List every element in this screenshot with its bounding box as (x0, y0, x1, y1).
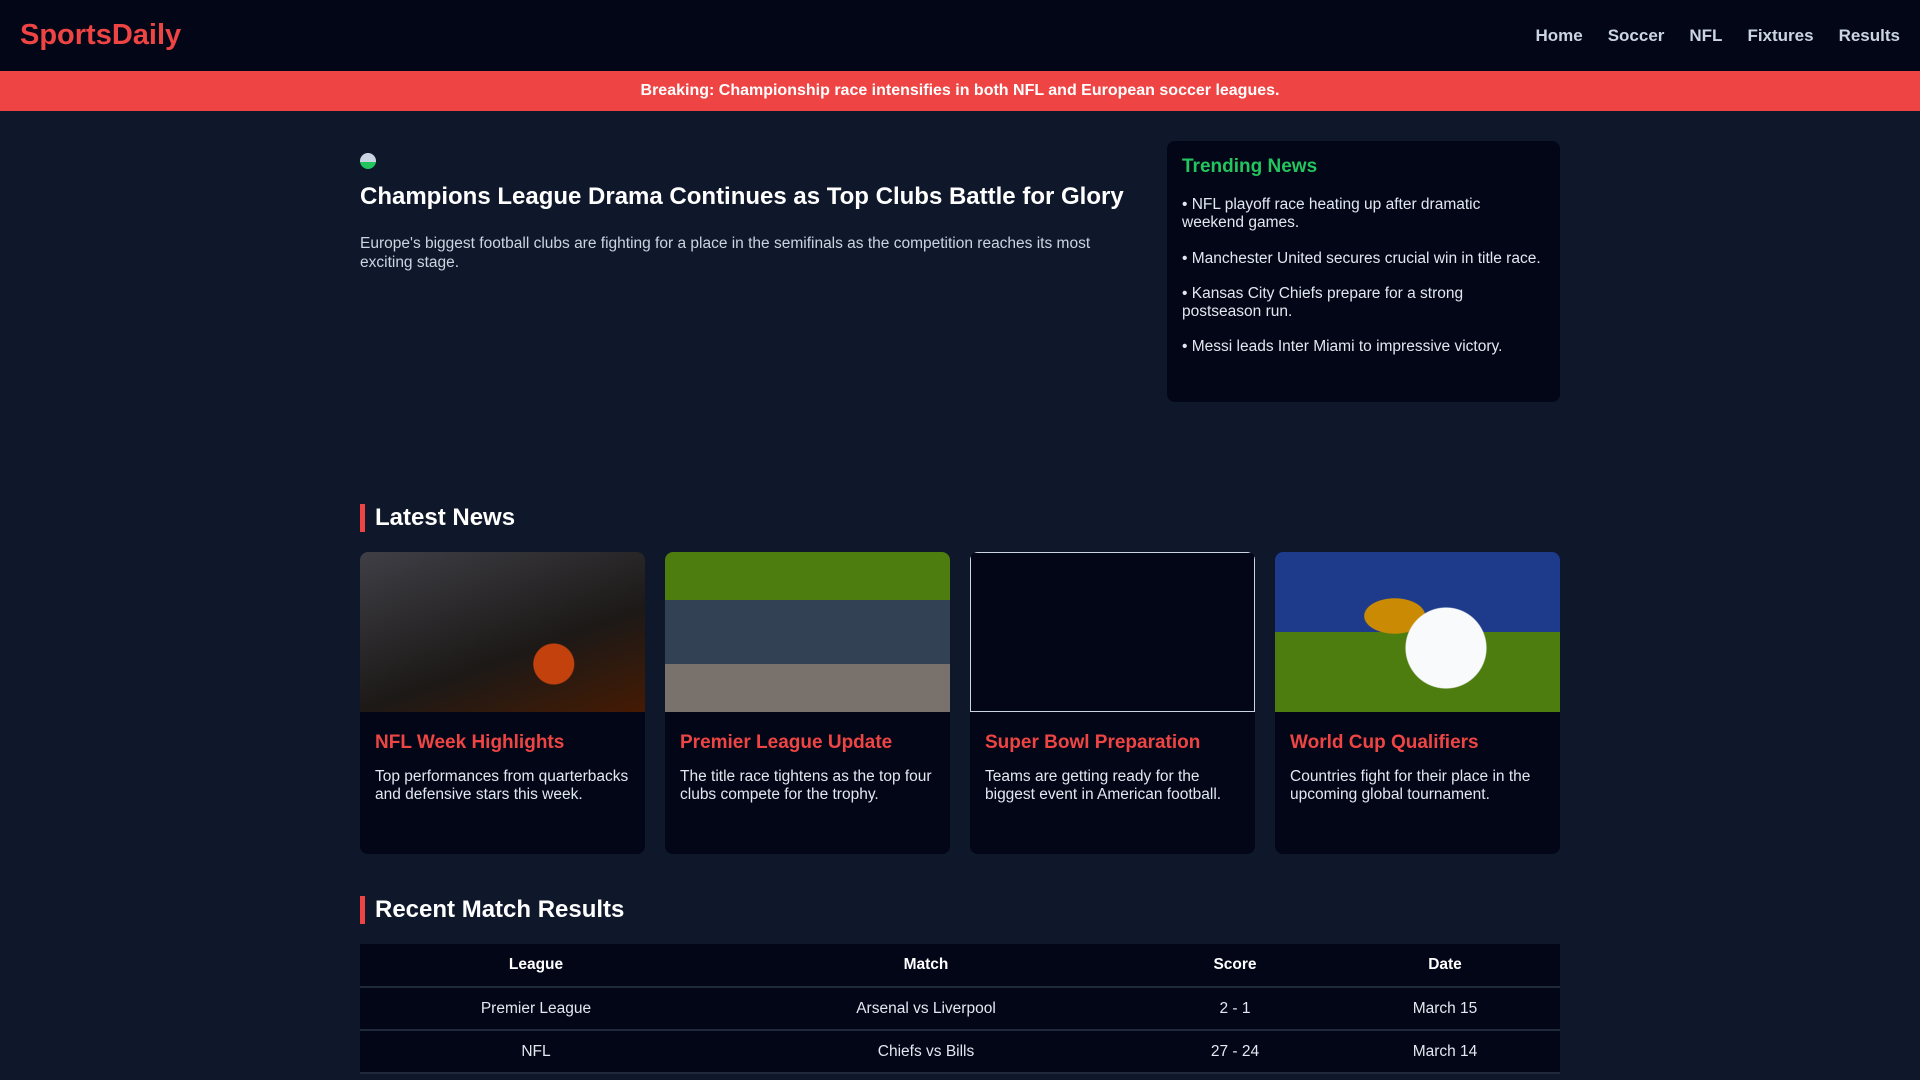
news-card[interactable]: Premier League Update The title race tigh… (665, 552, 950, 854)
cell-match: Chiefs vs Bills (712, 1030, 1140, 1074)
main-nav: Home Soccer NFL Fixtures Results (1535, 26, 1900, 46)
table-row: NFL Chiefs vs Bills 27 - 24 March 14 (360, 1030, 1560, 1074)
table-header-row: League Match Score Date (360, 944, 1560, 988)
cell-league: Premier League (360, 987, 712, 1031)
col-match: Match (712, 944, 1140, 988)
col-league: League (360, 944, 712, 988)
news-card[interactable]: Super Bowl Preparation Teams are getting … (970, 552, 1255, 854)
card-title[interactable]: Super Bowl Preparation (985, 732, 1240, 754)
cell-league: NFL (360, 1030, 712, 1074)
trending-title: Trending News (1182, 156, 1318, 177)
breaking-banner: Breaking: Championship race intensifies … (0, 71, 1920, 111)
broken-image-icon (360, 153, 376, 169)
trending-item[interactable]: • Manchester United secures crucial win … (1182, 250, 1545, 268)
site-header: SportsDaily Home Soccer NFL Fixtures Res… (0, 0, 1920, 71)
card-text: Top performances from quarterbacks and d… (375, 768, 629, 804)
card-title[interactable]: World Cup Qualifiers (1290, 732, 1545, 754)
table-row: Premier League Arsenal vs Liverpool 2 - … (360, 987, 1560, 1031)
basketball-image (360, 552, 645, 712)
hero-article: Champions League Drama Continues as Top … (360, 141, 1127, 402)
col-date: Date (1330, 944, 1560, 988)
nav-results[interactable]: Results (1839, 26, 1900, 46)
news-card[interactable]: NFL Week Highlights Top performances from… (360, 552, 645, 854)
hero-title[interactable]: Champions League Drama Continues as Top … (360, 183, 1127, 211)
trophy-image (1275, 552, 1560, 712)
card-text: Countries fight for their place in the u… (1290, 768, 1531, 804)
col-score: Score (1140, 944, 1330, 988)
trending-item[interactable]: • NFL playoff race heating up after dram… (1182, 196, 1545, 233)
cell-score: 27 - 24 (1140, 1030, 1330, 1074)
cell-match: Arsenal vs Liverpool (712, 987, 1140, 1031)
nav-fixtures[interactable]: Fixtures (1747, 26, 1813, 46)
card-text: Teams are getting ready for the biggest … (985, 768, 1222, 804)
card-title[interactable]: NFL Week Highlights (375, 732, 630, 754)
results-table: League Match Score Date Premier League A… (360, 944, 1560, 1074)
nav-home[interactable]: Home (1535, 26, 1582, 46)
nav-soccer[interactable]: Soccer (1608, 26, 1665, 46)
logo[interactable]: SportsDaily (20, 19, 181, 52)
card-text: The title race tightens as the top four … (680, 768, 932, 804)
nav-nfl[interactable]: NFL (1689, 26, 1722, 46)
news-card[interactable]: World Cup Qualifiers Countries fight for … (1275, 552, 1560, 854)
latest-news-heading: Latest News (360, 504, 1560, 532)
hero-text: Europe's biggest football clubs are figh… (360, 235, 1091, 271)
card-title[interactable]: Premier League Update (680, 732, 935, 754)
trending-panel: Trending News • NFL playoff race heating… (1167, 141, 1560, 402)
results-heading: Recent Match Results (360, 896, 1560, 924)
broken-image (970, 552, 1255, 712)
cell-score: 2 - 1 (1140, 987, 1330, 1031)
cell-date: March 15 (1330, 987, 1560, 1031)
trending-item[interactable]: • Messi leads Inter Miami to impressive … (1182, 338, 1545, 356)
cell-date: March 14 (1330, 1030, 1560, 1074)
trending-item[interactable]: • Kansas City Chiefs prepare for a stron… (1182, 285, 1545, 322)
cycling-image (665, 552, 950, 712)
